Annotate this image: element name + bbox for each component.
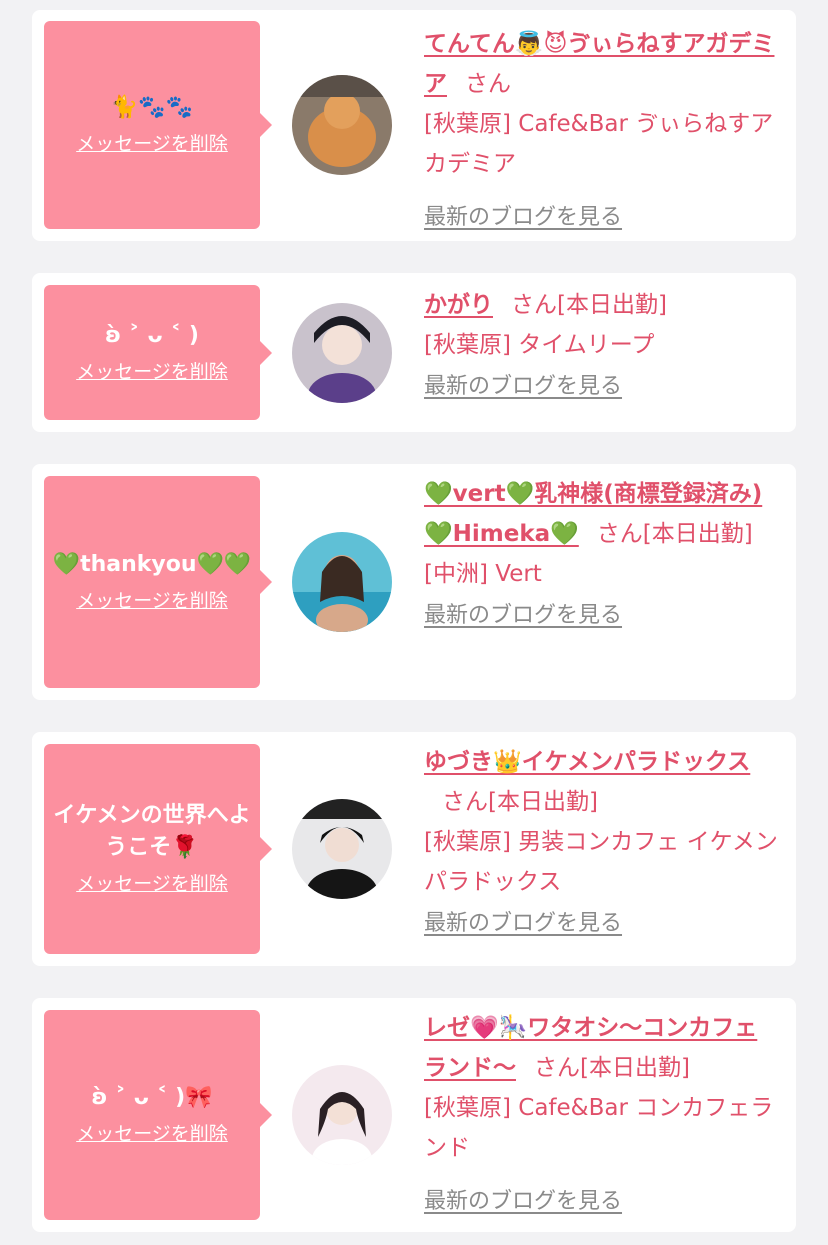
status-badge: [本日出勤] xyxy=(642,521,753,547)
shop-name: [秋葉原] タイムリープ xyxy=(424,332,655,358)
honorific: さん xyxy=(442,789,488,815)
avatar[interactable] xyxy=(292,799,392,899)
delete-message-link[interactable]: メッセージを削除 xyxy=(76,358,228,386)
message-text: 🐈🐾🐾 xyxy=(110,95,194,120)
cast-info: ゆづき👑イケメンパラドックスさん[本日出勤] [秋葉原] 男装コンカフェ イケメ… xyxy=(424,742,780,944)
honorific: さん xyxy=(465,71,511,97)
avatar[interactable] xyxy=(292,532,392,632)
status-badge: [本日出勤] xyxy=(488,789,598,815)
honorific: さん xyxy=(534,1055,580,1081)
shop-name: [秋葉原] 男装コンカフェ イケメンパラドックス xyxy=(424,829,778,895)
message-bubble: 💚thankyou💚💚 メッセージを削除 xyxy=(44,476,272,688)
shop-name: [中洲] Vert xyxy=(424,561,542,587)
cast-info: レゼ💗🎠ワタオシ〜コンカフェランド〜 さん[本日出勤] [秋葉原] Cafe&Ba… xyxy=(424,1008,780,1222)
honorific: さん xyxy=(596,521,643,547)
latest-blog-link[interactable]: 最新のブログを見る xyxy=(424,198,622,238)
delete-message-link[interactable]: メッセージを削除 xyxy=(76,130,228,158)
latest-blog-link[interactable]: 最新のブログを見る xyxy=(424,596,622,636)
message-card: ʚ̀ ˃ ᴗ ˂ ) メッセージを削除 かがり さん[本日出勤] [秋葉原] タイ… xyxy=(32,273,796,432)
message-card: 🐈🐾🐾 メッセージを削除 てんてん👼😈ゔぃらねすアガデミア さん [秋葉原] Ca… xyxy=(32,10,796,241)
status-badge: [本日出勤] xyxy=(557,292,667,318)
avatar[interactable] xyxy=(292,1065,392,1165)
avatar[interactable] xyxy=(292,303,392,403)
shop-name: [秋葉原] Cafe&Bar ゔぃらねすアカデミア xyxy=(424,111,774,177)
message-bubble: ʚ̀ ˃ ᴗ ˂ )🎀 メッセージを削除 xyxy=(44,1010,272,1220)
message-card: イケメンの世界へようこそ🌹 メッセージを削除 ゆづき👑イケメンパラドックスさん[… xyxy=(32,732,796,966)
person-avatar-icon xyxy=(292,1065,392,1165)
message-bubble: イケメンの世界へようこそ🌹 メッセージを削除 xyxy=(44,744,272,954)
cast-info: てんてん👼😈ゔぃらねすアガデミア さん [秋葉原] Cafe&Bar ゔぃらねすア… xyxy=(424,24,780,238)
person-avatar-icon xyxy=(292,799,392,899)
person-avatar-icon xyxy=(292,303,392,403)
shop-name: [秋葉原] Cafe&Bar コンカフェランド xyxy=(424,1095,774,1161)
cast-info: 💚vert💚乳神様(商標登録済み)💚Himeka💚 さん[本日出勤] [中洲] V… xyxy=(424,474,780,636)
delete-message-link[interactable]: メッセージを削除 xyxy=(76,587,228,615)
cast-name-link[interactable]: ゆづき👑イケメンパラドックス xyxy=(424,749,750,775)
message-text: イケメンの世界へようこそ🌹 xyxy=(53,803,251,860)
status-badge: [本日出勤] xyxy=(580,1055,690,1081)
avatar[interactable] xyxy=(292,75,392,175)
message-text: 💚thankyou💚💚 xyxy=(52,552,252,577)
latest-blog-link[interactable]: 最新のブログを見る xyxy=(424,367,622,407)
delete-message-link[interactable]: メッセージを削除 xyxy=(76,870,228,898)
message-card: 💚thankyou💚💚 メッセージを削除 💚vert💚乳神様(商標登録済み)💚H… xyxy=(32,464,796,700)
message-bubble: ʚ̀ ˃ ᴗ ˂ ) メッセージを削除 xyxy=(44,285,272,420)
honorific: さん xyxy=(511,292,557,318)
message-bubble: 🐈🐾🐾 メッセージを削除 xyxy=(44,21,272,229)
message-text: ʚ̀ ˃ ᴗ ˂ )🎀 xyxy=(91,1085,213,1110)
cat-avatar-icon xyxy=(292,75,392,175)
latest-blog-link[interactable]: 最新のブログを見る xyxy=(424,1182,622,1222)
message-card: ʚ̀ ˃ ᴗ ˂ )🎀 メッセージを削除 レゼ💗🎠ワタオシ〜コンカフェランド〜さ… xyxy=(32,998,796,1232)
delete-message-link[interactable]: メッセージを削除 xyxy=(76,1120,228,1148)
person-avatar-icon xyxy=(292,532,392,632)
latest-blog-link[interactable]: 最新のブログを見る xyxy=(424,904,622,944)
message-text: ʚ̀ ˃ ᴗ ˂ ) xyxy=(105,322,199,348)
cast-name-link[interactable]: かがり xyxy=(424,292,493,318)
cast-info: かがり さん[本日出勤] [秋葉原] タイムリープ 最新のブログを見る xyxy=(424,285,780,407)
